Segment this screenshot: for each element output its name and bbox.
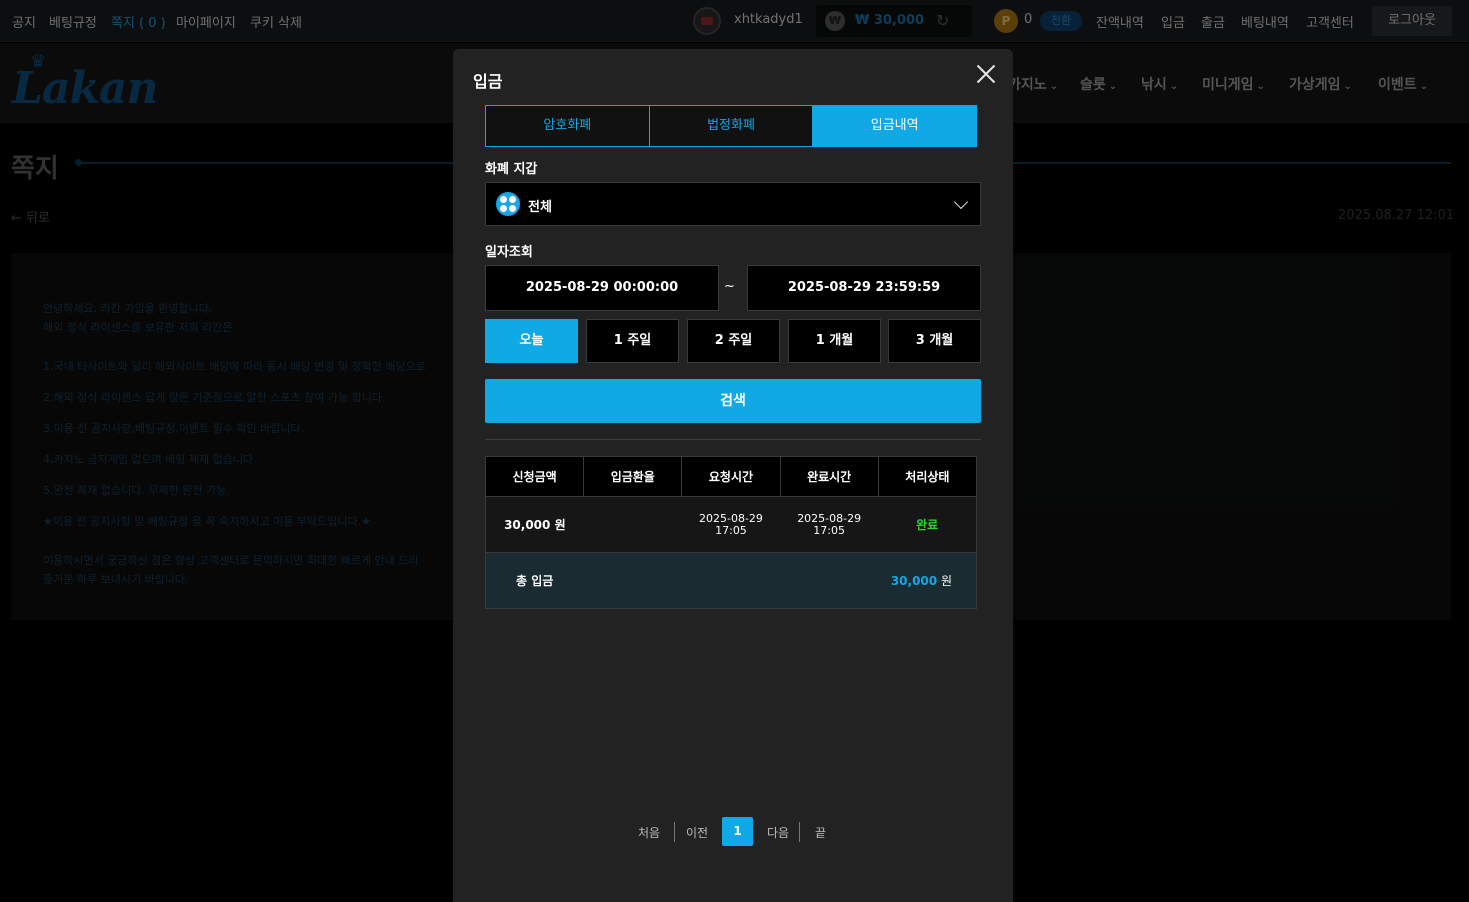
date-to-input[interactable]: 2025-08-29 23:59:59 [747,265,981,311]
wallet-all-icon [496,192,520,216]
cell-amount: 30,000 원 [485,496,584,553]
deposit-tabs: 암호화폐 법정화폐 입금내역 [485,105,978,147]
deposit-modal: 입금 암호화폐 법정화폐 입금내역 화폐 지갑 전체 일자조회 2025-08-… [453,49,1013,902]
close-icon[interactable] [973,61,999,87]
period-1week-button[interactable]: 1 주일 [586,319,679,363]
chevron-down-icon [953,194,969,210]
date-separator: ~ [724,279,735,294]
total-label: 총 입금 [485,552,682,609]
wallet-label: 화폐 지갑 [485,162,538,177]
cell-done-time: 2025-08-29 17:05 [780,496,879,553]
cell-rate [583,496,682,553]
column-header: 완료시간 [779,456,879,497]
period-3month-button[interactable]: 3 개월 [888,319,981,363]
wallet-select-value: 전체 [528,200,552,215]
tab-deposit-history[interactable]: 입금내역 [813,105,978,147]
page-next[interactable]: 다음 [767,824,789,841]
pagination: 처음 이전 1 다음 끝 [453,817,1013,847]
page-current[interactable]: 1 [722,817,753,846]
period-2week-button[interactable]: 2 주일 [687,319,780,363]
period-today-button[interactable]: 오늘 [485,319,578,363]
total-unit: 원 [937,574,952,588]
tab-fiat[interactable]: 법정화폐 [649,105,814,147]
request-time: 17:05 [715,523,747,537]
cell-request-time: 2025-08-29 17:05 [681,496,781,553]
column-header: 입금환율 [583,456,683,497]
modal-title: 입금 [473,72,503,91]
column-header: 신청금액 [484,456,585,497]
page-last[interactable]: 끝 [815,824,826,841]
table-row: 30,000 원 2025-08-29 17:05 2025-08-29 17:05… [485,496,977,553]
divider [485,439,981,440]
page-first[interactable]: 처음 [638,824,660,841]
done-time: 17:05 [813,523,845,537]
search-button[interactable]: 검색 [485,379,981,423]
period-1month-button[interactable]: 1 개월 [788,319,881,363]
status-badge: 완료 [878,496,977,553]
pager-separator [674,822,675,842]
date-from-input[interactable]: 2025-08-29 00:00:00 [485,265,719,311]
page-prev[interactable]: 이전 [686,824,708,841]
total-value: 30,000 원 [681,552,977,609]
total-amount: 30,000 [890,574,938,588]
date-label: 일자조회 [485,245,533,260]
column-header: 요청시간 [681,456,781,497]
deposit-history-table: 신청금액 입금환율 요청시간 완료시간 처리상태 30,000 원 2025-0… [484,456,978,609]
column-header: 처리상태 [877,456,978,497]
pager-separator [799,822,800,842]
tab-crypto[interactable]: 암호화폐 [485,105,650,147]
total-row: 총 입금 30,000 원 [485,552,977,609]
wallet-select[interactable]: 전체 [485,182,981,226]
